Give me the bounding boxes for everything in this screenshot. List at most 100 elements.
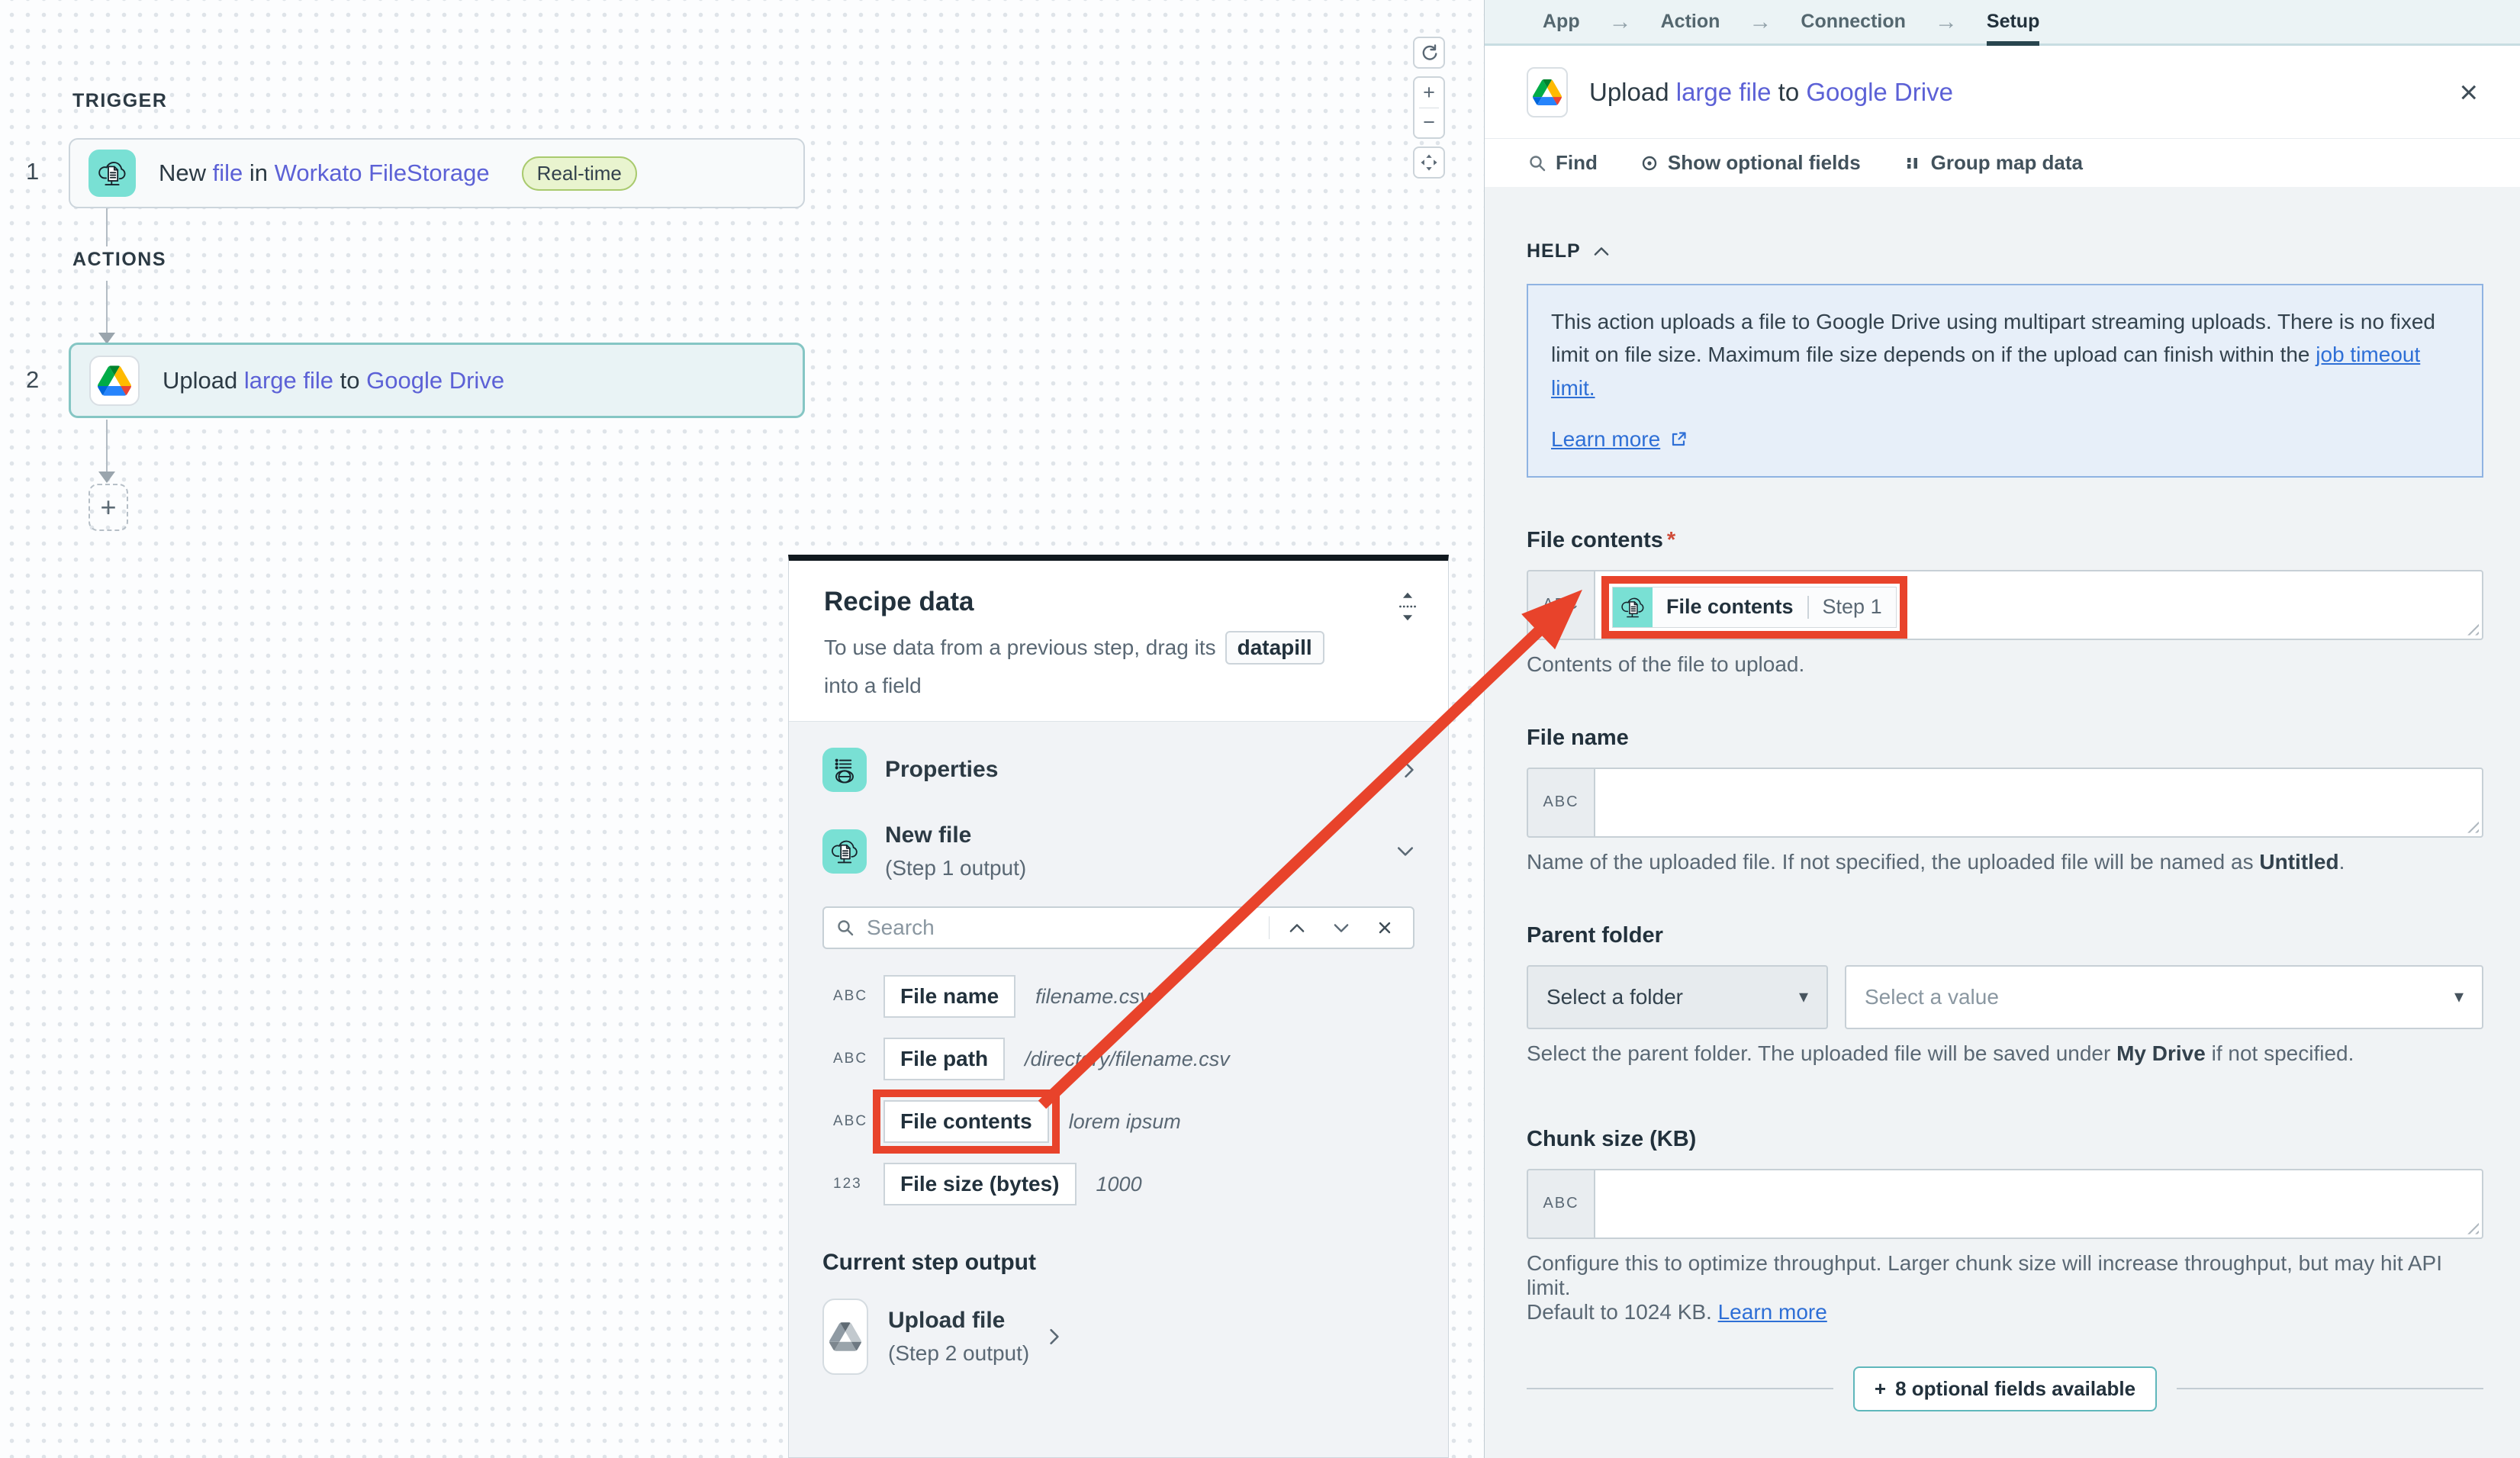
connector-line: [106, 420, 108, 472]
tab-arrow-icon: →: [1935, 9, 1958, 35]
columns-icon: [1904, 154, 1922, 172]
datapill-step: Step 1: [1809, 595, 1896, 619]
file-contents-description: Contents of the file to upload.: [1527, 652, 2483, 677]
group-map-data-button[interactable]: Group map data: [1904, 151, 2083, 175]
field-type-prefix: ABC: [1527, 768, 1594, 838]
action-step-card-selected[interactable]: Upload large file to Google Drive: [69, 343, 805, 418]
datapill-type: ABC: [833, 1051, 874, 1067]
close-icon[interactable]: ×: [2459, 76, 2478, 108]
upload-file-output-row[interactable]: Upload file (Step 2 output): [822, 1299, 1414, 1375]
upload-file-subtitle: (Step 2 output): [888, 1341, 1029, 1366]
action-word: to: [333, 367, 366, 394]
workato-filestorage-icon: [1613, 587, 1653, 627]
workato-filestorage-icon: [822, 829, 867, 874]
chunk-size-label: Chunk size (KB): [1527, 1127, 2483, 1152]
recipe-data-title: Recipe data: [824, 587, 1413, 617]
datapill-example: /directory/filename.csv: [1025, 1048, 1230, 1071]
google-drive-gray-icon: [822, 1299, 868, 1375]
current-step-output-header: Current step output: [822, 1250, 1414, 1276]
datapill-file-contents[interactable]: File contents: [883, 1100, 1049, 1143]
datapill-example: lorem ipsum: [1069, 1110, 1181, 1134]
datapill-file-size[interactable]: File size (bytes): [883, 1163, 1077, 1205]
optional-fields-row: + 8 optional fields available: [1527, 1366, 2483, 1411]
action-setup-panel: App → Action → Connection → Setup Upload…: [1484, 0, 2520, 1458]
field-type-prefix: ABC: [1527, 1169, 1594, 1239]
external-link-icon: [1669, 430, 1688, 449]
search-input[interactable]: [865, 915, 1258, 941]
help-section-toggle[interactable]: HELP: [1527, 240, 2483, 262]
search-next-button[interactable]: [1324, 923, 1358, 933]
field-file-contents: File contents* ABC File contents Step 1: [1527, 528, 2483, 677]
file-name-label: File name: [1527, 726, 2483, 751]
datapill-type: ABC: [833, 988, 874, 1005]
workato-filestorage-icon: [89, 150, 136, 197]
divider: [2177, 1388, 2483, 1389]
field-chunk-size: Chunk size (KB) ABC Configure this to op…: [1527, 1127, 2483, 1324]
annotation-highlight-box: File contents Step 1: [1601, 576, 1907, 639]
resize-handle[interactable]: [2467, 1222, 2479, 1234]
chevron-right-icon: [1049, 1328, 1060, 1346]
title-link-app[interactable]: Google Drive: [1806, 78, 1953, 106]
real-time-badge: Real-time: [522, 156, 637, 191]
resize-handle[interactable]: [2467, 821, 2479, 833]
trigger-link-app[interactable]: Workato FileStorage: [275, 159, 490, 186]
file-name-input[interactable]: [1594, 768, 2483, 838]
properties-icon: [822, 748, 867, 792]
plus-icon: +: [100, 491, 116, 523]
connector-line: [106, 208, 108, 246]
datapill-type: 123: [833, 1176, 874, 1192]
panel-resize-handle[interactable]: [1398, 591, 1418, 626]
parent-folder-value-select[interactable]: Select a value ▾: [1845, 965, 2483, 1029]
tab-app[interactable]: App: [1543, 0, 1580, 43]
tab-connection[interactable]: Connection: [1801, 0, 1906, 43]
trigger-step-title: New file in Workato FileStorage: [159, 159, 490, 187]
zoom-in-button[interactable]: +: [1414, 78, 1443, 108]
pan-icon: [1419, 153, 1439, 172]
learn-more-link[interactable]: Learn more: [1718, 1300, 1827, 1324]
file-contents-input[interactable]: File contents Step 1: [1594, 570, 2483, 640]
action-link-largefile[interactable]: large file: [244, 367, 333, 394]
caret-down-icon: ▾: [2454, 986, 2464, 1008]
help-box: This action uploads a file to Google Dri…: [1527, 284, 2483, 478]
pan-button[interactable]: [1413, 146, 1445, 179]
google-drive-icon: [1527, 67, 1568, 117]
tab-setup[interactable]: Setup: [1987, 0, 2039, 43]
new-file-text: New file (Step 1 output): [885, 822, 1378, 880]
optional-fields-button[interactable]: + 8 optional fields available: [1853, 1366, 2157, 1411]
datapill-file-name[interactable]: File name: [883, 975, 1015, 1018]
file-contents-label: File contents*: [1527, 528, 2483, 553]
datapill-file-path[interactable]: File path: [883, 1038, 1005, 1080]
reset-view-button[interactable]: [1413, 37, 1445, 69]
title-link-largefile[interactable]: large file: [1676, 78, 1772, 106]
properties-row[interactable]: Properties: [822, 748, 1414, 792]
zoom-out-button[interactable]: −: [1414, 108, 1443, 138]
google-drive-icon: [89, 356, 140, 406]
trigger-step-card[interactable]: New file in Workato FileStorage Real-tim…: [69, 138, 805, 208]
new-file-row[interactable]: New file (Step 1 output): [822, 822, 1414, 880]
add-step-button[interactable]: +: [89, 484, 128, 531]
learn-more-link[interactable]: Learn more: [1551, 423, 1660, 455]
chunk-size-input[interactable]: [1594, 1169, 2483, 1239]
title-word: Upload: [1589, 78, 1676, 106]
action-link-app[interactable]: Google Drive: [366, 367, 504, 394]
new-file-title: New file: [885, 822, 1378, 848]
file-contents-datapill[interactable]: File contents Step 1: [1612, 587, 1897, 628]
search-icon: [1528, 154, 1546, 172]
upload-file-text: Upload file (Step 2 output): [888, 1308, 1029, 1366]
trigger-link-file[interactable]: file: [213, 159, 243, 186]
resize-handle[interactable]: [2467, 623, 2479, 636]
help-label: HELP: [1527, 240, 1581, 262]
properties-label: Properties: [885, 757, 1386, 783]
actions-section-label: ACTIONS: [72, 249, 166, 271]
find-button[interactable]: Find: [1528, 151, 1598, 175]
setup-title: Upload large file to Google Drive: [1589, 78, 2438, 107]
search-prev-button[interactable]: [1280, 923, 1314, 933]
parent-folder-mode-select[interactable]: Select a folder ▾: [1527, 965, 1828, 1029]
subtitle-text: into a field: [824, 674, 922, 698]
subtitle-text: To use data from a previous step, drag i…: [824, 636, 1216, 660]
tab-action[interactable]: Action: [1661, 0, 1720, 43]
show-optional-fields-label: Show optional fields: [1668, 151, 1861, 175]
reset-icon: [1420, 43, 1438, 62]
show-optional-fields-button[interactable]: Show optional fields: [1640, 151, 1861, 175]
search-clear-button[interactable]: [1369, 920, 1401, 935]
